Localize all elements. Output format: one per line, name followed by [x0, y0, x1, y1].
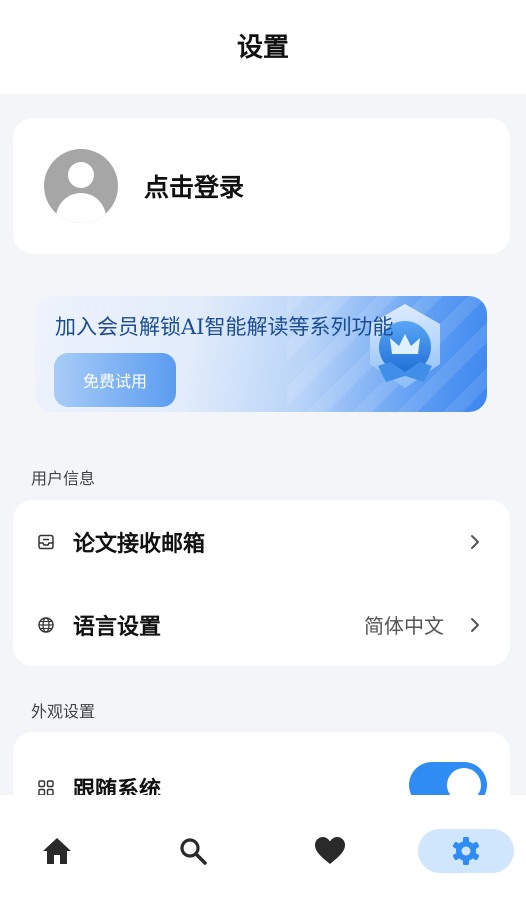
avatar-body	[56, 193, 106, 223]
home-icon	[43, 838, 71, 864]
settings-row-email[interactable]: 论文接收邮箱	[13, 500, 510, 583]
gear-icon	[452, 837, 480, 865]
membership-banner[interactable]: 加入会员解锁AI智能解读等系列功能 免费试用	[35, 296, 487, 412]
settings-row-label: 论文接收邮箱	[73, 530, 206, 557]
top-bar: 设置	[0, 0, 526, 94]
language-value: 简体中文	[364, 614, 444, 638]
avatar[interactable]	[44, 149, 118, 223]
section-label-appearance: 外观设置	[31, 702, 96, 721]
section-label-user-info: 用户信息	[31, 469, 96, 488]
chevron-right-icon	[471, 617, 479, 632]
nav-settings[interactable]	[418, 829, 514, 873]
search-icon	[180, 838, 207, 865]
settings-row-language[interactable]: 语言设置 简体中文	[13, 583, 510, 666]
login-card[interactable]: 点击登录	[13, 118, 510, 254]
banner-headline: 加入会员解锁AI智能解读等系列功能	[55, 315, 394, 339]
nav-favorites[interactable]	[282, 829, 378, 873]
avatar-head	[68, 162, 94, 188]
free-trial-button[interactable]: 免费试用	[54, 353, 176, 407]
bottom-nav	[0, 795, 526, 903]
globe-icon	[38, 616, 54, 633]
chevron-right-icon	[471, 534, 479, 549]
nav-home[interactable]	[9, 829, 105, 873]
settings-row-label: 语言设置	[73, 613, 162, 640]
heart-icon	[315, 837, 345, 864]
login-label[interactable]: 点击登录	[144, 168, 244, 204]
user-info-card: 论文接收邮箱 语言设置 简体中文	[13, 500, 510, 666]
inbox-icon	[38, 534, 54, 549]
nav-search[interactable]	[145, 829, 241, 873]
grid-icon	[38, 779, 54, 796]
page-title: 设置	[236, 32, 289, 63]
